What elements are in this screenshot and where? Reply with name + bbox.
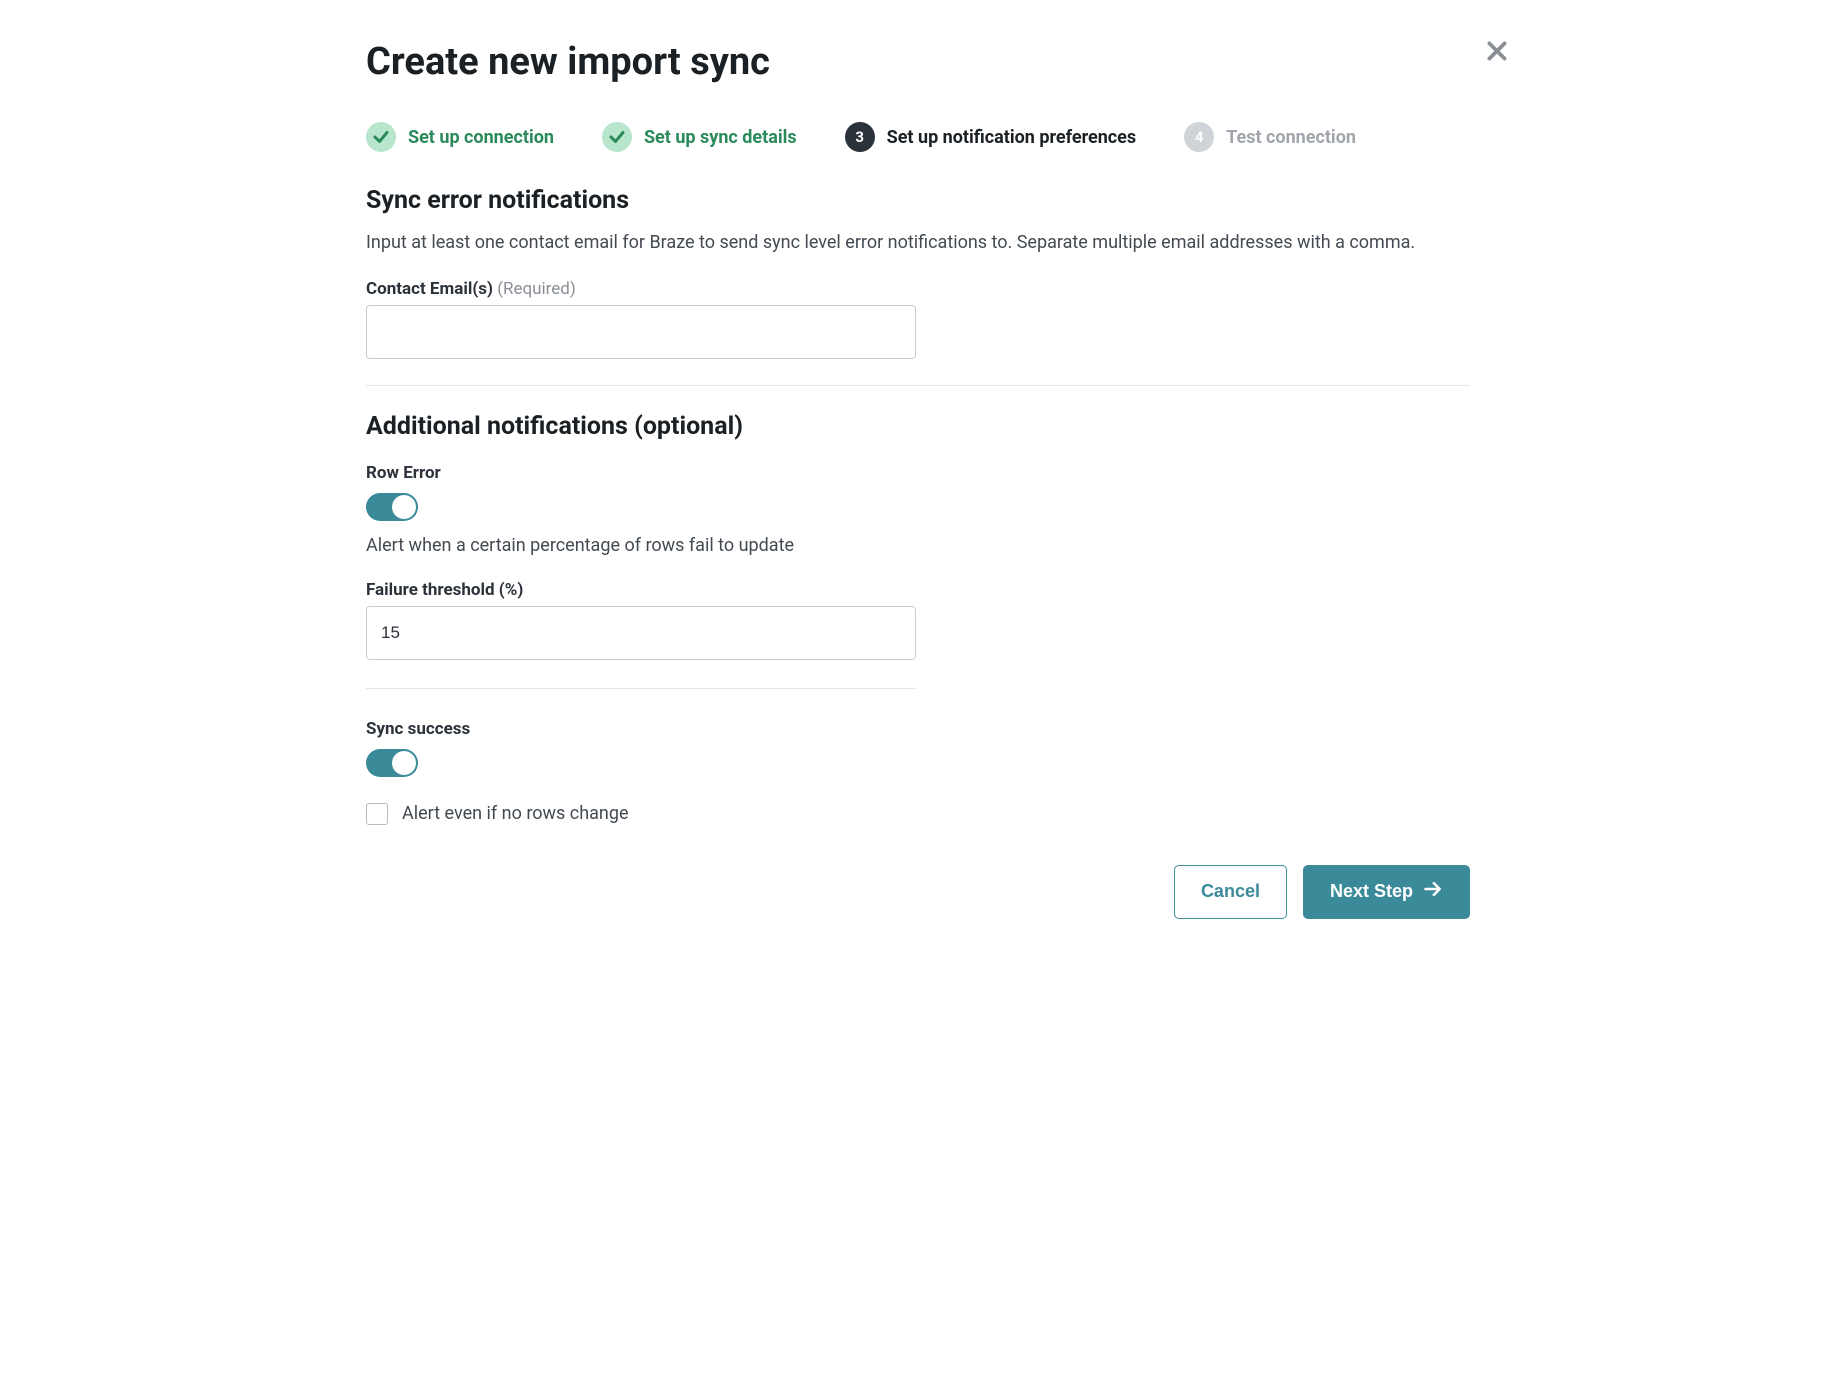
row-error-group: Row Error Alert when a certain percentag… [366,463,1470,660]
step-number: 4 [1184,122,1214,152]
page-title: Create new import sync [366,40,1470,84]
contact-emails-input[interactable] [366,305,916,359]
step-label: Set up notification preferences [887,127,1137,148]
step-label: Set up connection [408,127,554,148]
sync-success-toggle[interactable] [366,749,418,777]
step-number: 3 [845,122,875,152]
step-notification-preferences[interactable]: 3 Set up notification preferences [845,122,1137,152]
next-step-button[interactable]: Next Step [1303,865,1470,919]
sync-success-group: Sync success Alert even if no rows chang… [366,719,1470,825]
section-divider [366,385,1470,386]
check-icon [366,122,396,152]
row-error-label: Row Error [366,463,1470,483]
step-connection[interactable]: Set up connection [366,122,554,152]
arrow-right-icon [1423,879,1443,904]
sync-error-heading: Sync error notifications [366,186,1470,215]
cancel-button[interactable]: Cancel [1174,865,1287,919]
close-button[interactable] [1478,32,1516,73]
stepper: Set up connection Set up sync details 3 … [366,122,1470,152]
step-label: Set up sync details [644,127,797,148]
check-icon [602,122,632,152]
step-test-connection: 4 Test connection [1184,122,1356,152]
failure-threshold-input[interactable] [366,606,916,660]
row-error-description: Alert when a certain percentage of rows … [366,535,1470,556]
subsection-divider [366,688,916,689]
alert-no-rows-label: Alert even if no rows change [402,803,629,824]
step-sync-details[interactable]: Set up sync details [602,122,797,152]
step-label: Test connection [1226,127,1356,148]
contact-emails-label: Contact Email(s) (Required) [366,279,1470,299]
toggle-knob [392,751,416,775]
sync-success-label: Sync success [366,719,1470,739]
create-import-sync-modal: Create new import sync Set up connection… [298,0,1538,949]
toggle-knob [392,495,416,519]
failure-threshold-label: Failure threshold (%) [366,580,1470,600]
additional-notifications-heading: Additional notifications (optional) [366,412,1470,441]
alert-no-rows-checkbox[interactable] [366,803,388,825]
row-error-toggle[interactable] [366,493,418,521]
sync-error-description: Input at least one contact email for Bra… [366,229,1470,257]
modal-footer: Cancel Next Step [366,865,1470,919]
close-icon [1484,52,1510,67]
